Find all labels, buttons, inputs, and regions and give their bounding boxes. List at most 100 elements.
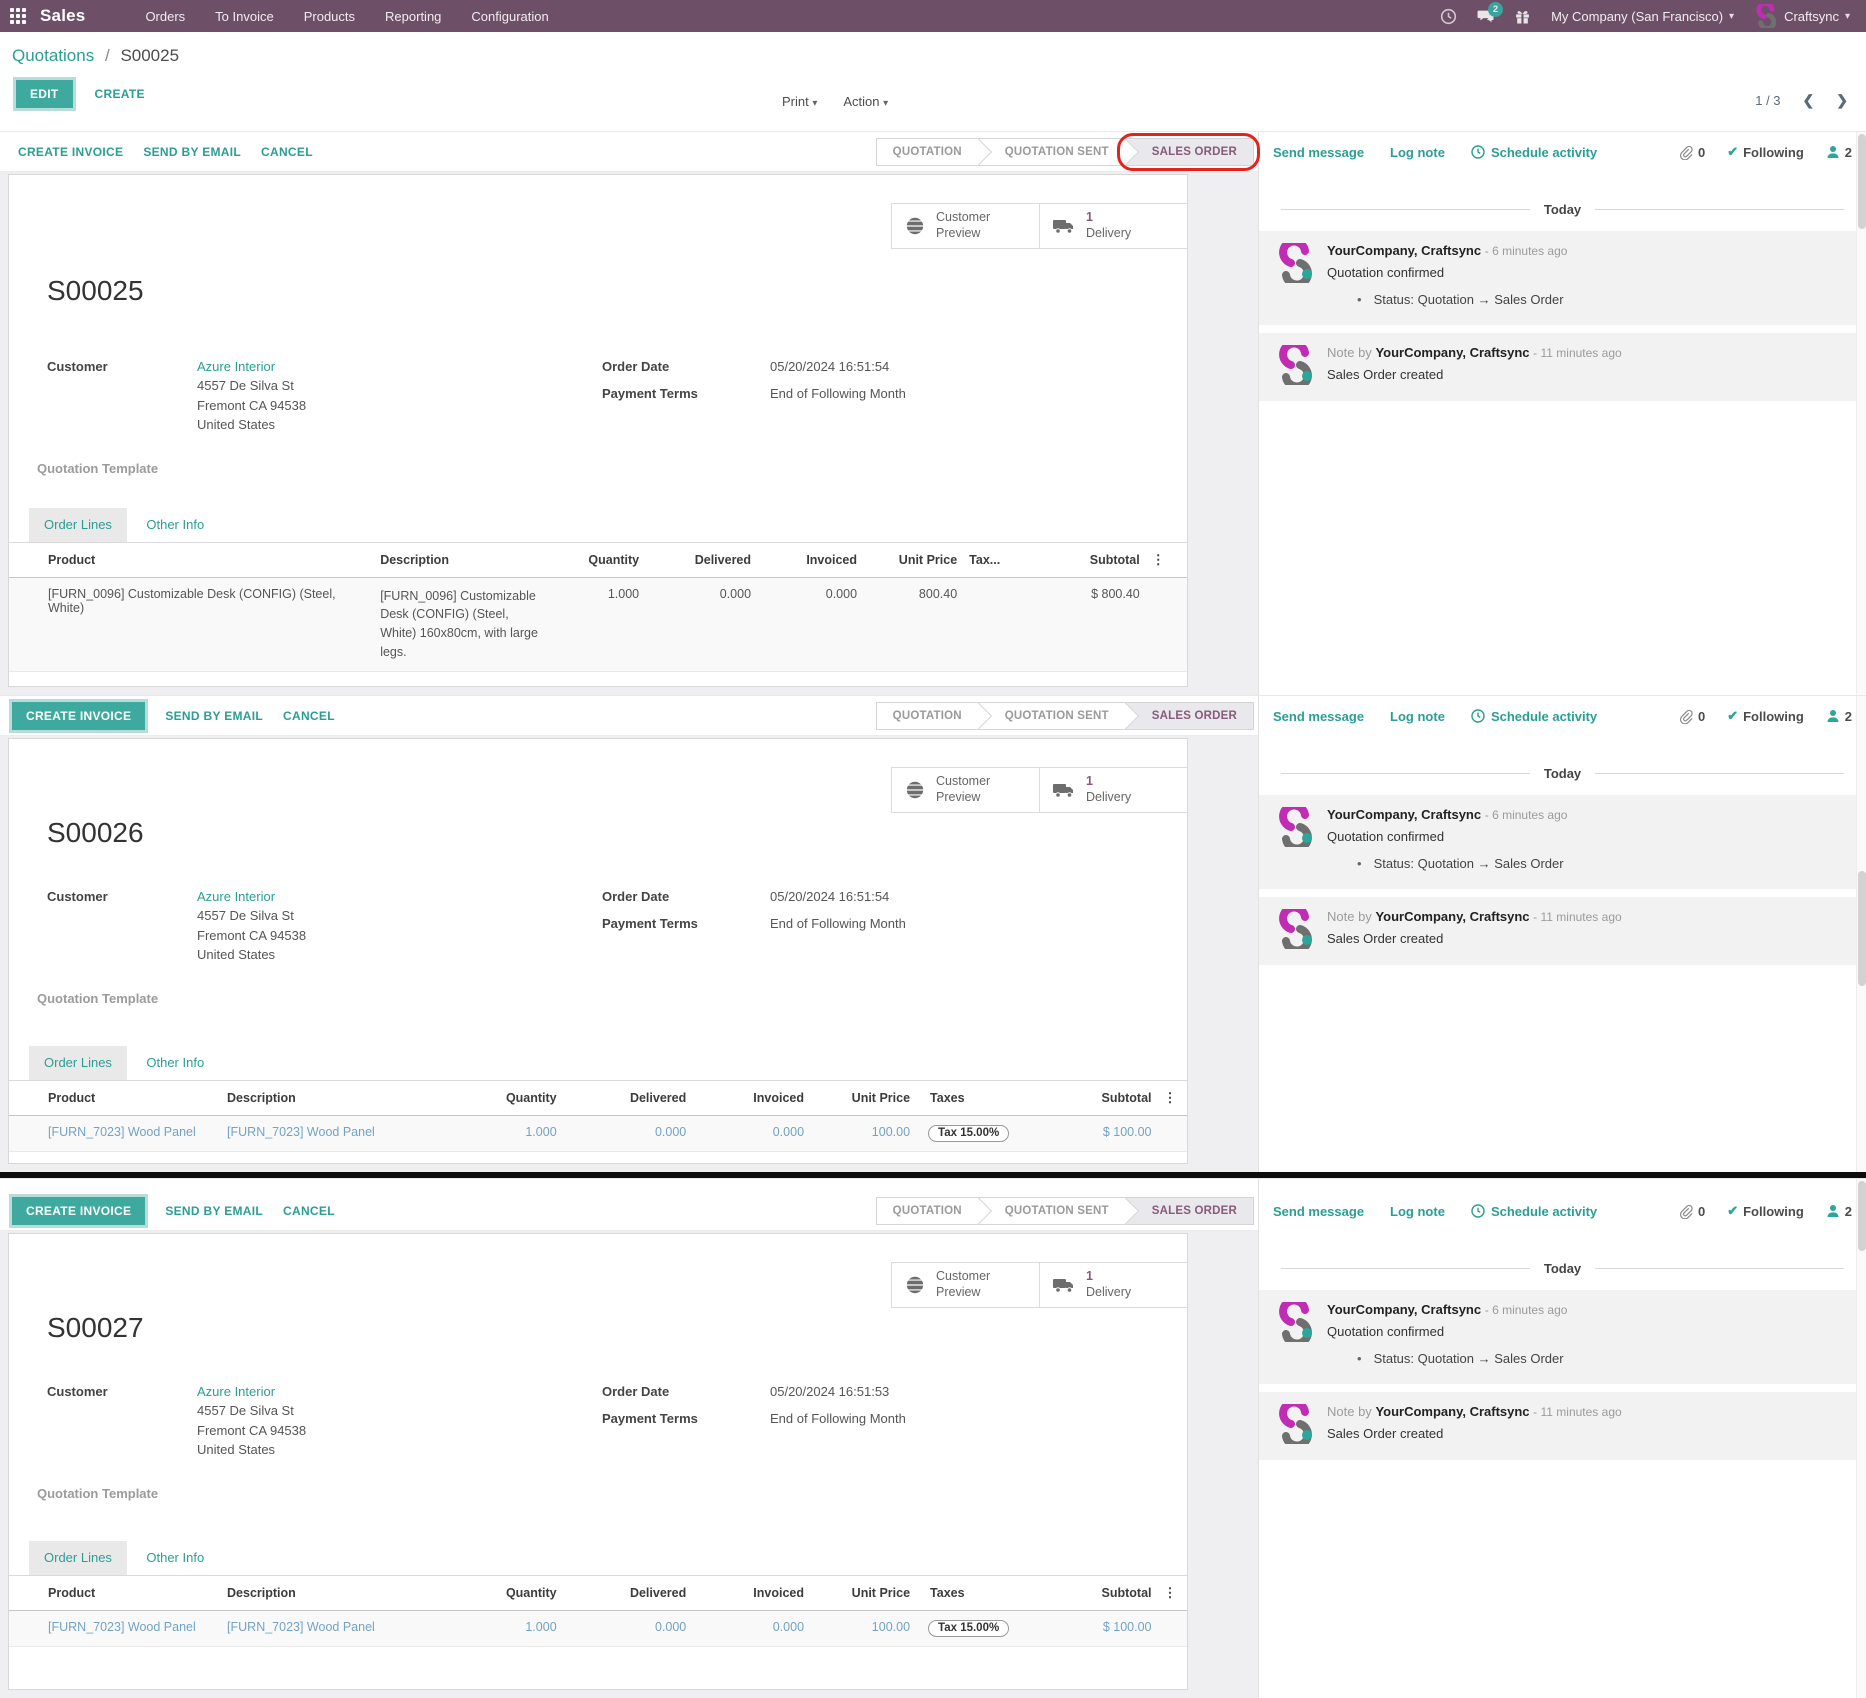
step-quotation-sent[interactable]: QUOTATION SENT (979, 702, 1126, 730)
followers-button[interactable]: 2 (1826, 709, 1852, 724)
step-quotation[interactable]: QUOTATION (876, 138, 979, 166)
menu-orders[interactable]: Orders (145, 9, 185, 24)
author-avatar[interactable] (1275, 1404, 1315, 1444)
payment-terms-value: End of Following Month (770, 386, 906, 401)
author-avatar[interactable] (1275, 1302, 1315, 1342)
create-invoice-button[interactable]: CREATE INVOICE (12, 702, 145, 730)
schedule-activity-button[interactable]: Schedule activity (1471, 145, 1597, 160)
step-quotation[interactable]: QUOTATION (876, 702, 979, 730)
user-menu[interactable]: Craftsync ▾ (1754, 4, 1850, 28)
tab-order-lines[interactable]: Order Lines (29, 1541, 127, 1575)
delivery-button[interactable]: 1Delivery (1039, 767, 1188, 813)
order-name: S00027 (47, 1312, 1187, 1344)
customer-link[interactable]: Azure Interior (197, 359, 275, 374)
top-menu: Orders To Invoice Products Reporting Con… (145, 9, 548, 24)
chatter-panel: Send message Log note Schedule activity … (1258, 132, 1866, 695)
scrollbar[interactable] (1856, 1179, 1866, 1698)
action-menu[interactable]: Action ▾ (843, 94, 888, 109)
messages-icon[interactable]: 2 (1477, 8, 1494, 25)
order-section-s00026: CREATE INVOICE SEND BY EMAIL CANCEL QUOT… (0, 695, 1866, 1172)
create-invoice-button[interactable]: CREATE INVOICE (8, 139, 133, 165)
send-by-email-button[interactable]: SEND BY EMAIL (133, 139, 251, 165)
order-line-row[interactable]: [FURN_7023] Wood Panel [FURN_7023] Wood … (9, 1610, 1187, 1646)
tab-other-info[interactable]: Other Info (131, 1541, 219, 1575)
attachments-button[interactable]: 0 (1678, 1204, 1705, 1219)
tab-order-lines[interactable]: Order Lines (29, 508, 127, 542)
following-button[interactable]: ✔ Following (1727, 144, 1804, 160)
attachments-button[interactable]: 0 (1678, 145, 1705, 160)
author-avatar[interactable] (1275, 909, 1315, 949)
send-by-email-button[interactable]: SEND BY EMAIL (155, 703, 273, 729)
app-name[interactable]: Sales (40, 6, 85, 26)
breadcrumb-quotations[interactable]: Quotations (12, 46, 94, 65)
message-author[interactable]: YourCompany, Craftsync (1327, 1302, 1481, 1317)
delivery-button[interactable]: 1Delivery (1039, 203, 1188, 249)
message-author[interactable]: YourCompany, Craftsync (1327, 807, 1481, 822)
step-quotation[interactable]: QUOTATION (876, 1197, 979, 1225)
create-button[interactable]: CREATE (85, 81, 155, 107)
message-author[interactable]: YourCompany, Craftsync (1327, 243, 1481, 258)
schedule-activity-button[interactable]: Schedule activity (1471, 1204, 1597, 1219)
order-line-row[interactable]: [FURN_0096] Customizable Desk (CONFIG) (… (9, 577, 1187, 671)
tab-order-lines[interactable]: Order Lines (29, 1046, 127, 1080)
log-note-button[interactable]: Log note (1390, 709, 1445, 724)
customer-preview-button[interactable]: CustomerPreview (891, 1262, 1040, 1308)
tax-badge: Tax 15.00% (928, 1125, 1009, 1142)
send-message-button[interactable]: Send message (1273, 1204, 1364, 1219)
apps-grid-icon[interactable] (10, 8, 26, 24)
pager-next-icon[interactable]: ❯ (1836, 92, 1848, 109)
column-options-icon[interactable]: ⋮ (1146, 543, 1187, 578)
following-button[interactable]: ✔ Following (1727, 708, 1804, 724)
schedule-activity-button[interactable]: Schedule activity (1471, 709, 1597, 724)
step-sales-order[interactable]: SALES ORDER (1126, 138, 1254, 166)
menu-reporting[interactable]: Reporting (385, 9, 441, 24)
author-avatar[interactable] (1275, 807, 1315, 847)
menu-configuration[interactable]: Configuration (471, 9, 548, 24)
message-author[interactable]: YourCompany, Craftsync (1375, 909, 1529, 924)
edit-button[interactable]: EDIT (16, 80, 73, 108)
column-options-icon[interactable]: ⋮ (1158, 1576, 1187, 1611)
following-button[interactable]: ✔ Following (1727, 1203, 1804, 1219)
tab-other-info[interactable]: Other Info (131, 508, 219, 542)
tab-other-info[interactable]: Other Info (131, 1046, 219, 1080)
log-note-button[interactable]: Log note (1390, 1204, 1445, 1219)
step-quotation-sent[interactable]: QUOTATION SENT (979, 138, 1126, 166)
cancel-button[interactable]: CANCEL (273, 1198, 345, 1224)
log-note-button[interactable]: Log note (1390, 145, 1445, 160)
message-body: Quotation confirmed (1327, 1324, 1567, 1339)
delivery-button[interactable]: 1Delivery (1039, 1262, 1188, 1308)
menu-products[interactable]: Products (304, 9, 355, 24)
scrollbar[interactable] (1856, 132, 1866, 695)
activities-clock-icon[interactable] (1440, 8, 1457, 25)
company-switcher[interactable]: My Company (San Francisco) ▾ (1551, 9, 1734, 24)
message-author[interactable]: YourCompany, Craftsync (1375, 345, 1529, 360)
cancel-button[interactable]: CANCEL (273, 703, 345, 729)
pager-previous-icon[interactable]: ❮ (1803, 92, 1815, 109)
customer-preview-button[interactable]: CustomerPreview (891, 767, 1040, 813)
gift-icon[interactable] (1514, 8, 1531, 25)
author-avatar[interactable] (1275, 345, 1315, 385)
author-avatar[interactable] (1275, 243, 1315, 283)
create-invoice-button[interactable]: CREATE INVOICE (12, 1197, 145, 1225)
message-author[interactable]: YourCompany, Craftsync (1375, 1404, 1529, 1419)
followers-button[interactable]: 2 (1826, 145, 1852, 160)
send-message-button[interactable]: Send message (1273, 709, 1364, 724)
scrollbar[interactable] (1856, 696, 1866, 1172)
attachments-button[interactable]: 0 (1678, 709, 1705, 724)
step-sales-order[interactable]: SALES ORDER (1126, 702, 1254, 730)
menu-to-invoice[interactable]: To Invoice (215, 9, 274, 24)
column-options-icon[interactable]: ⋮ (1158, 1081, 1187, 1116)
followers-button[interactable]: 2 (1826, 1204, 1852, 1219)
print-menu[interactable]: Print ▾ (782, 94, 817, 109)
send-message-button[interactable]: Send message (1273, 145, 1364, 160)
customer-label: Customer (47, 889, 197, 965)
step-quotation-sent[interactable]: QUOTATION SENT (979, 1197, 1126, 1225)
order-line-row[interactable]: [FURN_7023] Wood Panel [FURN_7023] Wood … (9, 1115, 1187, 1151)
customer-preview-button[interactable]: CustomerPreview (891, 203, 1040, 249)
line-quantity: 1.000 (551, 577, 645, 671)
customer-link[interactable]: Azure Interior (197, 1384, 275, 1399)
cancel-button[interactable]: CANCEL (251, 139, 323, 165)
send-by-email-button[interactable]: SEND BY EMAIL (155, 1198, 273, 1224)
step-sales-order[interactable]: SALES ORDER (1126, 1197, 1254, 1225)
customer-link[interactable]: Azure Interior (197, 889, 275, 904)
